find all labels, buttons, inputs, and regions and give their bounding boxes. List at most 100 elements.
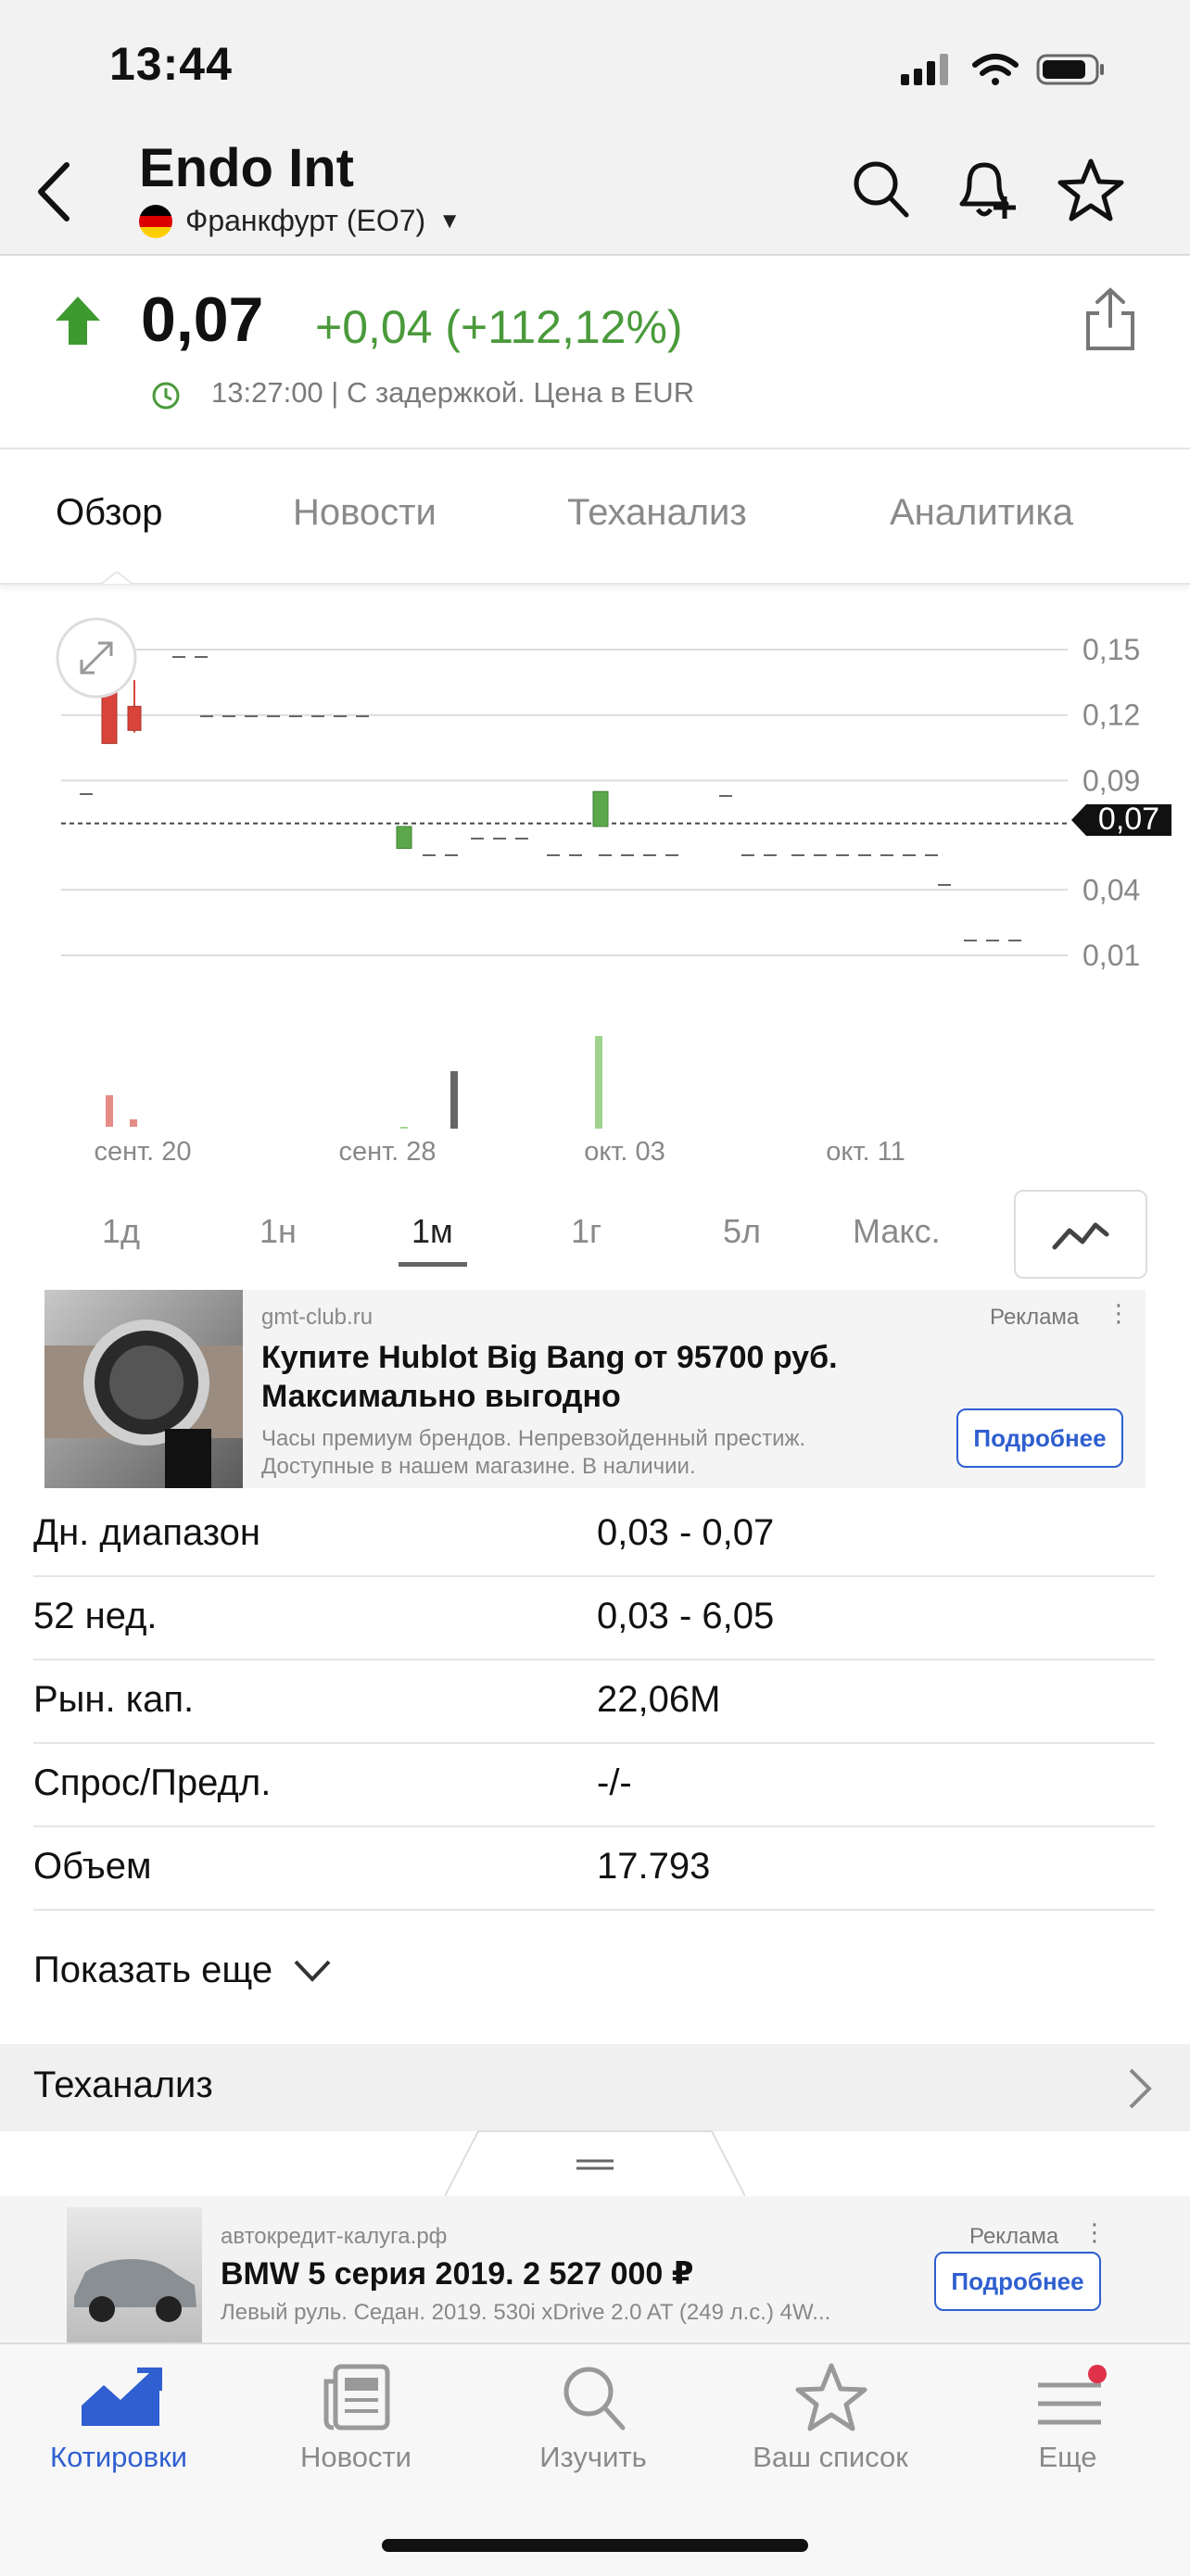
arrow-up-icon [56,297,100,345]
chevron-right-icon [1129,2068,1152,2109]
y-tick-label: 0,04 [1082,873,1140,906]
chart-icon [82,2368,162,2426]
candle-body [592,790,609,827]
stat-label: Объем [33,1846,152,1887]
volume-bar [595,1036,602,1129]
ad-menu-icon[interactable]: ⋮ [1107,1299,1131,1328]
search-icon[interactable] [851,158,910,222]
chart-decor [80,656,1021,1129]
tab-technical[interactable]: Теханализ [567,492,747,534]
notification-badge [1088,2365,1107,2383]
drawer-handle[interactable] [445,2129,745,2198]
ad-description-2: Доступные в нашем магазине. В наличии. [261,1454,696,1479]
range-1y[interactable]: 1г [571,1212,601,1251]
range-5y[interactable]: 5л [723,1212,761,1251]
ad-badge: Реклама [969,2224,1059,2249]
current-price-label: 0,07 [1098,802,1159,837]
nav-explore[interactable]: Изучить [475,2344,712,2530]
expand-chart-icon[interactable] [56,617,137,699]
stat-label: Спрос/Предл. [33,1762,272,1803]
range-max[interactable]: Макс. [853,1212,941,1251]
nav-more[interactable]: Еще [949,2344,1186,2530]
car-icon [74,2259,196,2322]
quote-panel: 0,07 +0,04 (+112,12%) 13:27:00 | С задер… [0,256,1190,446]
volume-bar [106,1095,113,1127]
stat-row: Спрос/Предл. -/- [33,1742,1155,1827]
clock-icon [152,382,180,410]
tab-overview[interactable]: Обзор [56,492,163,534]
ad-description-1: Часы премиум брендов. Непревзойденный пр… [261,1426,806,1451]
ad-banner[interactable]: gmt-club.ru Реклама ⋮ Купите Hublot Big … [44,1290,1146,1488]
exchange-selector[interactable]: Франкфурт (EO7) ▼ [139,204,461,238]
stat-value: 22,06M [597,1679,721,1720]
star-icon [795,2363,867,2431]
ad-menu-icon[interactable]: ⋮ [1082,2218,1107,2247]
stat-value: 0,03 - 0,07 [597,1512,775,1553]
tab-analytics[interactable]: Аналитика [890,492,1073,534]
section-title: Теханализ [33,2065,213,2105]
news-icon [323,2364,390,2431]
y-tick-label: 0,01 [1082,939,1140,972]
nav-label: Новости [299,2441,411,2473]
status-icons [901,54,1104,85]
stat-value: 17.793 [597,1846,711,1887]
battery-icon [1036,54,1104,85]
ad-image [44,1290,243,1488]
x-tick-label: окт. 03 [584,1137,665,1167]
watch-icon [44,1320,243,1488]
candle-body [127,705,142,731]
current-price-marker: 0,07 [1071,802,1171,837]
ad-badge: Реклама [990,1305,1080,1330]
status-time: 13:44 [109,38,233,90]
range-1d[interactable]: 1д [102,1212,140,1251]
ad-more-button[interactable]: Подробнее [934,2252,1101,2311]
price-chart[interactable]: 0,15 0,12 0,09 0,04 0,01 сент. 20 сент. 28 окт… [0,584,1190,1186]
nav-label: Котировки [50,2441,187,2473]
stat-value: 0,03 - 6,05 [597,1596,775,1636]
signal-icon [901,54,948,85]
instrument-title: Endo Int [139,138,354,198]
chevron-down-icon [294,1960,331,1982]
star-icon[interactable] [1057,156,1125,224]
show-more-label: Показать еще [33,1950,273,1990]
nav-quotes[interactable]: Котировки [0,2344,237,2530]
technical-section-link[interactable]: Теханализ [0,2044,1190,2131]
ad-image [67,2207,202,2342]
range-1w[interactable]: 1н [260,1212,297,1251]
caret-down-icon: ▼ [438,208,461,234]
nav-label: Ваш список [753,2441,908,2473]
ad-title: BMW 5 серия 2019. 2 527 000 ₽ [221,2256,694,2292]
nav-label: Изучить [539,2441,647,2473]
tab-news[interactable]: Новости [293,492,437,534]
active-tab-pointer [100,572,133,585]
nav-news[interactable]: Новости [237,2344,475,2530]
last-price: 0,07 [141,284,264,355]
back-icon[interactable] [33,159,74,224]
ad-more-button[interactable]: Подробнее [956,1408,1123,1468]
section-tabs: Обзор Новости Теханализ Аналитика [0,448,1190,585]
ad-banner-bottom[interactable]: автокредит-калуга.рф Реклама ⋮ BMW 5 сер… [0,2196,1190,2342]
wifi-icon [972,54,1019,85]
volume-bar [400,1127,408,1129]
search-icon [563,2367,626,2431]
nav-watchlist[interactable]: Ваш список [712,2344,949,2530]
menu-icon [1038,2365,1107,2425]
price-change: +0,04 (+112,12%) [315,301,683,353]
exchange-label: Франкфурт (EO7) [185,204,426,237]
volume-bar [130,1119,137,1127]
show-more-button[interactable]: Показать еще [33,1950,332,1991]
line-chart-icon [1052,1222,1109,1250]
bell-plus-icon[interactable] [953,156,1018,224]
range-active-underline [399,1262,467,1267]
x-tick-label: сент. 28 [338,1137,436,1167]
stat-label: 52 нед. [33,1596,158,1636]
range-1m[interactable]: 1м [411,1212,453,1251]
app-header: Endo Int Франкфурт (EO7) ▼ [0,130,1190,256]
status-bar: 13:44 [0,0,1190,130]
x-tick-label: сент. 20 [94,1137,191,1167]
ad-description: Левый руль. Седан. 2019. 530i xDrive 2.0… [221,2300,831,2325]
chart-candles [101,650,609,849]
stat-label: Дн. диапазон [33,1512,261,1553]
share-icon[interactable] [1082,287,1138,352]
chart-type-button[interactable] [1014,1190,1147,1279]
